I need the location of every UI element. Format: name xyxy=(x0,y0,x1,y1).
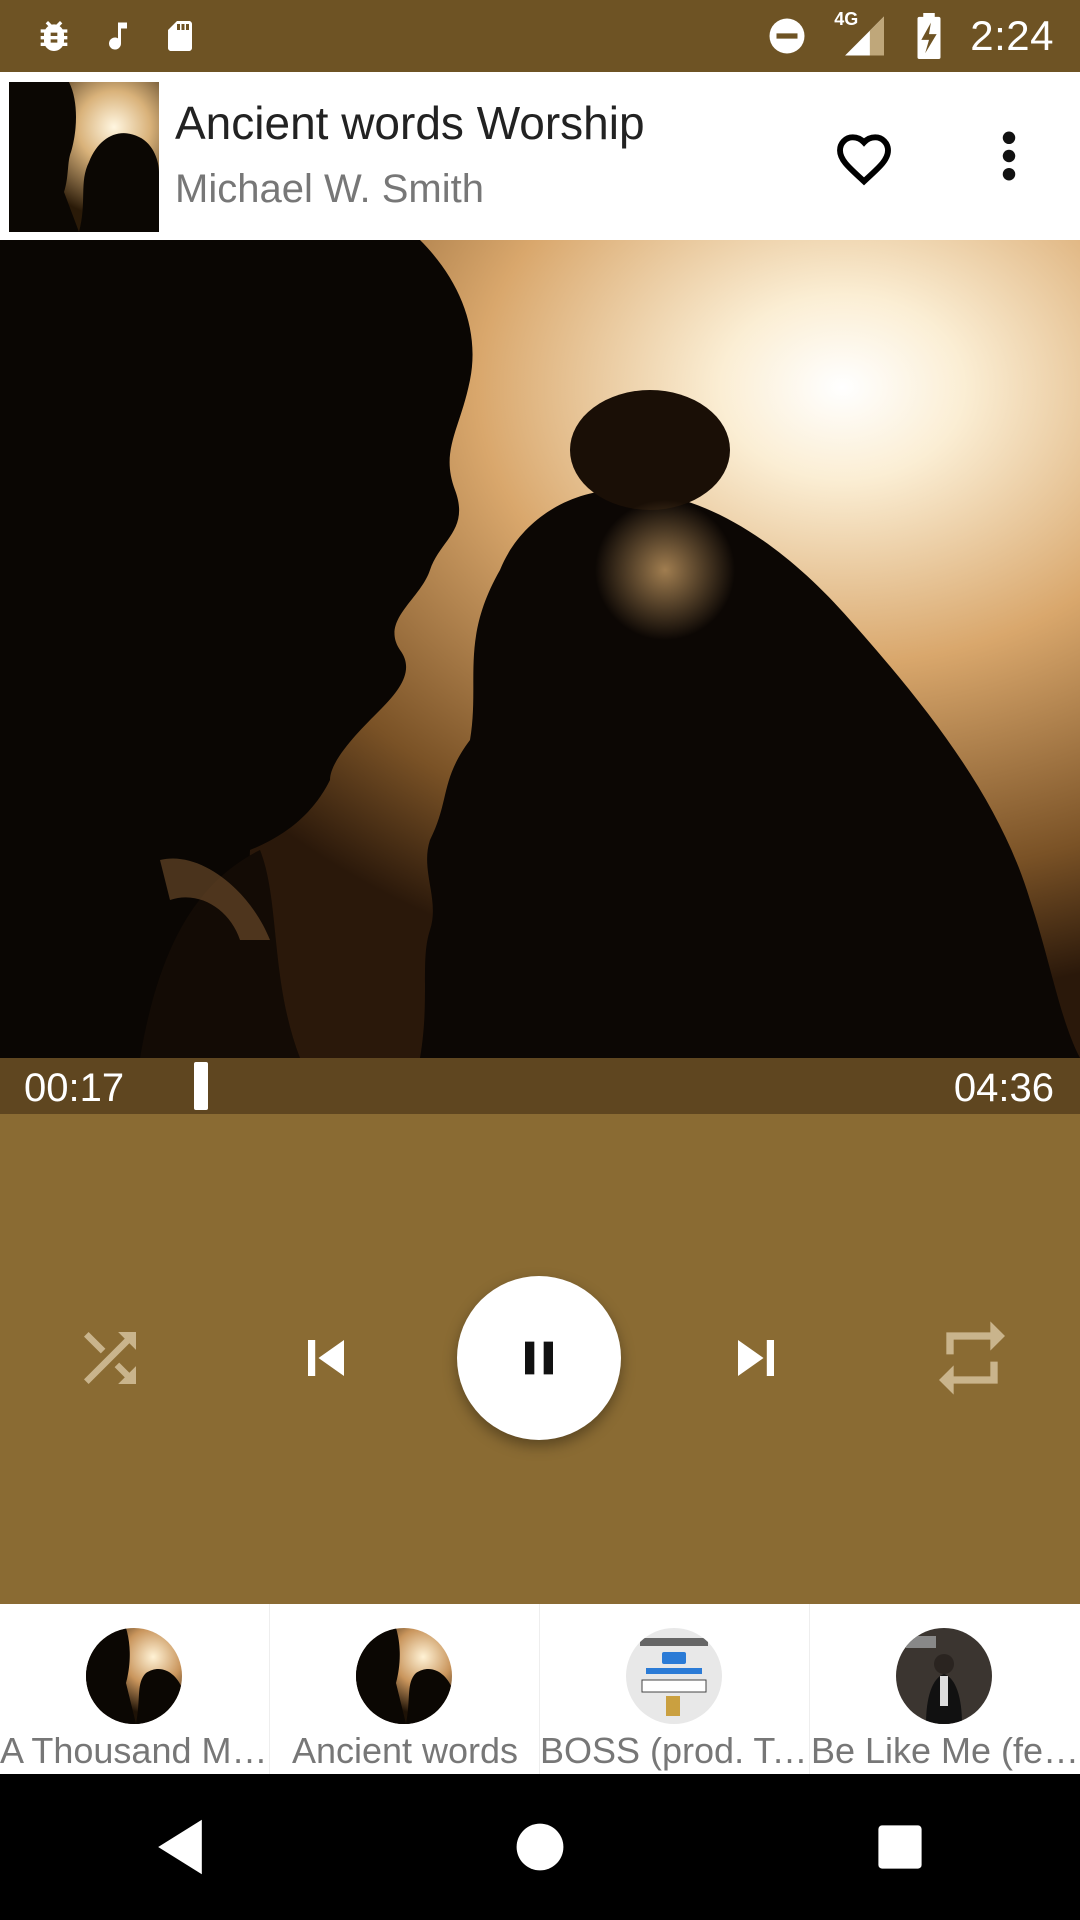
queue-item-thumbnail xyxy=(356,1628,452,1724)
queue-item[interactable]: Be Like Me (fe… xyxy=(810,1604,1080,1774)
status-bar-right: 4G 2:24 xyxy=(766,9,1054,60)
system-nav-bar xyxy=(0,1774,1080,1920)
queue-strip: A Thousand Mi… Ancient words BOSS (prod.… xyxy=(0,1604,1080,1774)
total-time: 04:36 xyxy=(953,1066,1054,1110)
pause-icon xyxy=(511,1330,567,1386)
seek-bar[interactable]: 00:17 04:36 xyxy=(0,1058,1080,1114)
queue-item-thumbnail xyxy=(86,1628,182,1724)
queue-item-label: BOSS (prod. Te… xyxy=(540,1730,810,1771)
signal-icon: 4G xyxy=(834,9,888,59)
do-not-disturb-icon xyxy=(766,15,808,57)
queue-item-thumbnail xyxy=(626,1628,722,1724)
queue-item-label: Be Like Me (fe… xyxy=(810,1730,1080,1771)
current-time: 00:17 xyxy=(24,1066,125,1110)
battery-charging-icon xyxy=(914,13,944,59)
back-triangle-icon[interactable] xyxy=(120,1787,240,1907)
track-title: Ancient words Worship xyxy=(175,97,645,149)
queue-item[interactable]: Ancient words xyxy=(270,1604,540,1774)
status-bar-left xyxy=(34,16,198,56)
now-playing-header[interactable]: Ancient words Worship Michael W. Smith xyxy=(0,72,1080,240)
shuffle-icon[interactable] xyxy=(68,1316,152,1400)
queue-item[interactable]: BOSS (prod. Te… xyxy=(540,1604,810,1774)
queue-item-label: A Thousand Mi… xyxy=(0,1730,270,1771)
seek-bar-thumb[interactable] xyxy=(194,1062,208,1110)
recents-square-icon[interactable] xyxy=(840,1787,960,1907)
bug-icon xyxy=(34,16,74,56)
network-type-label: 4G xyxy=(834,9,859,29)
now-playing-thumbnail xyxy=(9,82,159,232)
status-time: 2:24 xyxy=(970,12,1054,59)
skip-next-icon[interactable] xyxy=(714,1316,798,1400)
skip-previous-icon[interactable] xyxy=(284,1316,368,1400)
queue-item-thumbnail xyxy=(896,1628,992,1724)
now-playing-texts: Ancient words Worship Michael W. Smith xyxy=(175,98,645,212)
music-note-icon xyxy=(100,16,136,56)
repeat-icon[interactable] xyxy=(928,1314,1016,1402)
queue-item-label: Ancient words xyxy=(291,1730,519,1771)
playback-controls xyxy=(0,1114,1080,1604)
play-pause-button[interactable] xyxy=(457,1276,621,1440)
sd-card-icon xyxy=(162,16,198,56)
album-art-image xyxy=(0,240,1080,1058)
home-circle-icon[interactable] xyxy=(480,1787,600,1907)
queue-item[interactable]: A Thousand Mi… xyxy=(0,1604,270,1774)
status-bar: 4G 2:24 xyxy=(0,0,1080,72)
more-vert-icon[interactable] xyxy=(985,122,1033,190)
music-player-screen: 4G 2:24 Ancient words Worship Michael W.… xyxy=(0,0,1080,1920)
track-artist: Michael W. Smith xyxy=(175,166,484,211)
heart-outline-icon[interactable] xyxy=(830,122,898,190)
